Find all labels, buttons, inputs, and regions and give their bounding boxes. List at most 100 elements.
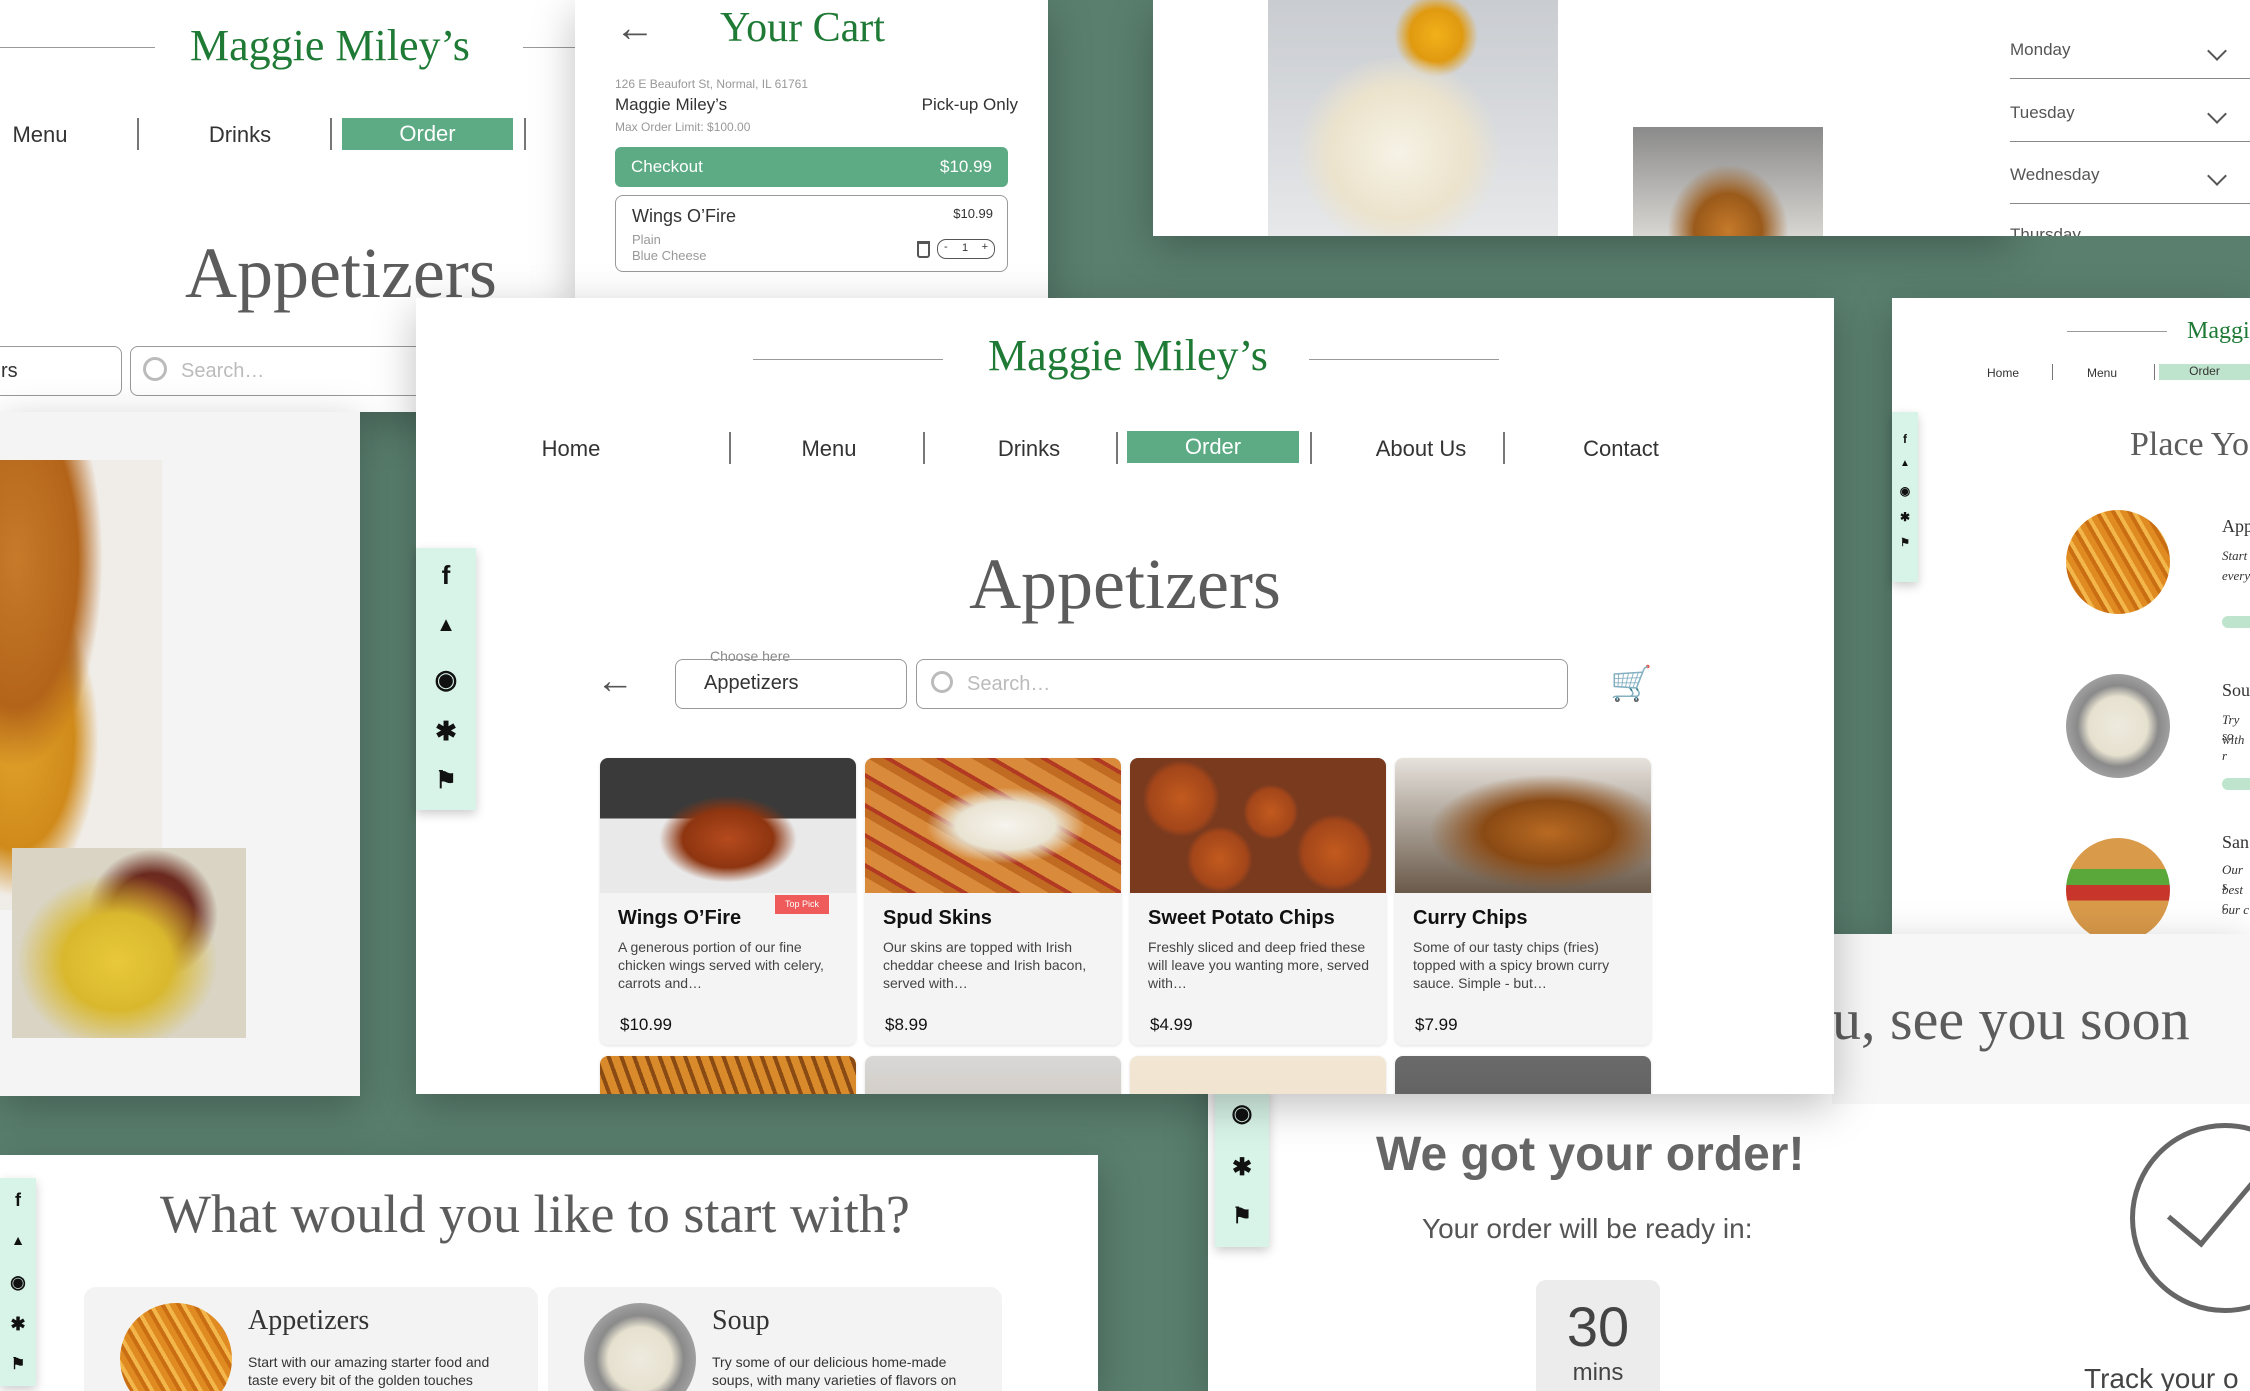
twitter-icon[interactable]: ▲ — [416, 614, 476, 637]
foursquare-icon[interactable]: ⚑ — [1892, 536, 1918, 549]
nav-separator — [2052, 364, 2053, 380]
cart-title: Your Cart — [720, 5, 885, 51]
plus-button[interactable]: + — [982, 241, 988, 253]
yelp-icon[interactable]: ✱ — [1215, 1153, 1269, 1182]
select-button[interactable] — [2222, 616, 2250, 628]
drink-photo — [1268, 0, 1558, 236]
brand-logo: Maggie Miley’s — [190, 21, 470, 70]
checkout-button[interactable]: Checkout $10.99 — [615, 147, 1008, 187]
day-row[interactable]: Tuesday — [2010, 103, 2250, 142]
checkmark — [2166, 1153, 2250, 1248]
instagram-icon[interactable]: ◉ — [416, 664, 476, 695]
category-card[interactable]: Soup Try some of our delicious home-made… — [548, 1287, 1002, 1391]
day-row[interactable]: Monday — [2010, 40, 2250, 79]
instagram-icon[interactable]: ◉ — [1892, 484, 1918, 498]
nav-order[interactable]: Order — [2159, 364, 2250, 380]
nav-home[interactable]: Home — [1987, 366, 2019, 380]
foursquare-icon[interactable]: ⚑ — [416, 766, 476, 795]
category-dropdown[interactable]: rs — [0, 346, 122, 396]
menu-item-card[interactable] — [1395, 1056, 1651, 1094]
yelp-icon[interactable]: ✱ — [1892, 510, 1918, 524]
menu-item-card[interactable]: Curry Chips Some of our tasty chips (fri… — [1395, 758, 1651, 1045]
soup-thumb — [584, 1303, 696, 1391]
instagram-icon[interactable]: ◉ — [0, 1272, 36, 1293]
category-desc: Try some of our delicious home-made soup… — [712, 1354, 957, 1388]
nav-separator — [2154, 364, 2155, 380]
restaurant-address: 126 E Beaufort St, Normal, IL 61761 — [615, 77, 809, 91]
item-name: Spud Skins — [883, 907, 992, 929]
social-sidebar: f ▲ ◉ ✱ ⚑ — [1892, 412, 1918, 582]
search-icon — [143, 357, 167, 381]
nav-order[interactable]: Order — [342, 118, 513, 150]
nav-separator — [524, 118, 526, 150]
back-arrow-icon[interactable]: ← — [596, 660, 634, 703]
category-dropdown[interactable]: Appetizers — [675, 659, 907, 709]
select-button[interactable] — [2222, 778, 2250, 790]
twitter-icon[interactable]: ▲ — [0, 1232, 36, 1248]
search-input[interactable]: Search… — [916, 659, 1568, 709]
quantity-stepper[interactable]: - 1 + — [937, 239, 995, 259]
cart-item-option: Blue Cheese — [632, 248, 707, 263]
twitter-icon[interactable]: ▲ — [1892, 458, 1918, 469]
category-title: App — [2222, 516, 2250, 536]
menu-item-card[interactable]: Sweet Potato Chips Freshly sliced and de… — [1130, 758, 1386, 1045]
nav-order[interactable]: Order — [1127, 431, 1299, 463]
nav-menu[interactable]: Menu — [2087, 366, 2117, 380]
category-desc: our c — [2222, 902, 2250, 917]
menu-item-card[interactable] — [600, 1056, 856, 1094]
day-row[interactable]: Wednesday — [2010, 165, 2250, 204]
soup-thumb — [2066, 674, 2170, 778]
dropdown-value: rs — [1, 360, 18, 382]
countdown-unit: mins — [1572, 1359, 1624, 1386]
dropdown-value: Appetizers — [704, 672, 799, 694]
facebook-icon[interactable]: f — [0, 1190, 36, 1211]
place-order-panel: Maggie Home Menu Order Place Yo App Star… — [1892, 298, 2250, 934]
chevron-down-icon — [2207, 41, 2227, 61]
facebook-icon[interactable]: f — [416, 560, 476, 591]
nav-about[interactable]: About Us — [1341, 436, 1501, 462]
minus-button[interactable]: - — [944, 241, 948, 253]
category-card[interactable]: Appetizers Start with our amazing starte… — [84, 1287, 538, 1391]
menu-item-card[interactable]: Spud Skins Our skins are topped with Iri… — [865, 758, 1121, 1045]
brand-logo: Maggie Miley’s — [988, 331, 1268, 380]
page-title: Appetizers — [969, 544, 1281, 624]
page-title: What would you like to start with? — [160, 1184, 910, 1244]
category-desc: Start with our amazing starter food and … — [248, 1354, 490, 1388]
divider — [1309, 359, 1499, 360]
menu-item-card[interactable] — [865, 1056, 1121, 1094]
track-order-link[interactable]: Track your o — [2084, 1363, 2239, 1391]
cart-item: Wings O’Fire $10.99 Plain Blue Cheese - … — [615, 195, 1008, 272]
curry-chips-photo — [1395, 758, 1651, 893]
item-description: Some of our tasty chips (fries) topped w… — [1413, 939, 1610, 991]
trash-icon[interactable] — [917, 241, 930, 258]
nav-menu[interactable]: Menu — [766, 436, 892, 462]
checkout-label: Checkout — [631, 157, 703, 176]
dish-photo — [12, 848, 246, 1038]
yelp-icon[interactable]: ✱ — [416, 716, 476, 747]
check-circle-icon — [2130, 1123, 2250, 1313]
item-price: $7.99 — [1415, 1015, 1458, 1034]
yelp-icon[interactable]: ✱ — [0, 1314, 36, 1335]
instagram-icon[interactable]: ◉ — [1215, 1099, 1269, 1128]
food-photo-panel — [0, 412, 360, 1096]
day-row[interactable]: Thursday — [2010, 225, 2250, 236]
facebook-icon[interactable]: f — [1892, 432, 1918, 446]
nav-drinks[interactable]: Drinks — [190, 122, 290, 148]
nav-menu[interactable]: Menu — [0, 122, 80, 148]
nav-drinks[interactable]: Drinks — [966, 436, 1092, 462]
search-placeholder: Search… — [181, 360, 265, 382]
burger-photo — [0, 460, 162, 910]
order-limit: Max Order Limit: $100.00 — [615, 120, 751, 134]
foursquare-icon[interactable]: ⚑ — [0, 1354, 36, 1374]
spud-skins-photo — [865, 758, 1121, 893]
back-arrow-icon[interactable]: ← — [615, 6, 655, 51]
nav-separator — [330, 118, 332, 150]
foursquare-icon[interactable]: ⚑ — [1215, 1203, 1269, 1229]
nav-contact[interactable]: Contact — [1546, 436, 1696, 462]
menu-item-card[interactable]: Top Pick Wings O’Fire A generous portion… — [600, 758, 856, 1045]
menu-item-card[interactable] — [1130, 1056, 1386, 1094]
nav-home[interactable]: Home — [511, 436, 631, 462]
sweet-potato-chips-photo — [1130, 758, 1386, 893]
day-label: Monday — [2010, 40, 2071, 59]
cart-icon[interactable]: 🛒 — [1610, 664, 1652, 704]
